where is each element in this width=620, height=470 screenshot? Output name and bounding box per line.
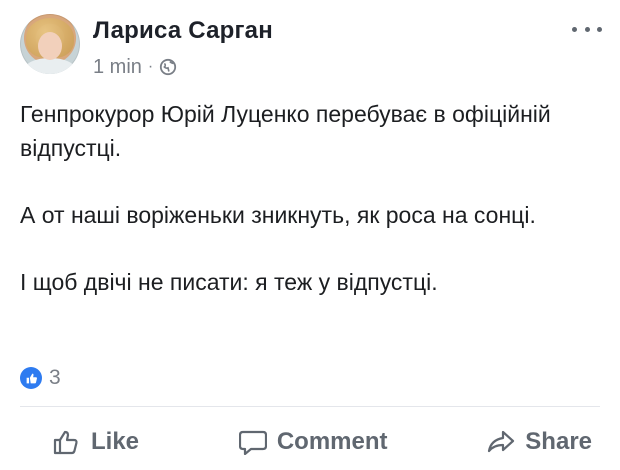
- comment-icon: [238, 430, 267, 455]
- thumbs-up-glyph: [26, 373, 37, 383]
- reaction-summary[interactable]: 3: [20, 366, 61, 390]
- facebook-post: Лариса Сарган 1 min · Генпрокурор Юрій Л…: [0, 0, 620, 470]
- thumbs-up-icon: [53, 430, 78, 455]
- like-reaction-icon: [20, 367, 42, 389]
- reaction-count: 3: [49, 366, 61, 389]
- post-text: Генпрокурор Юрій Луценко перебуває в офі…: [20, 97, 595, 332]
- post-time[interactable]: 1 min: [93, 56, 142, 79]
- ellipsis-dot: [584, 26, 590, 32]
- ellipsis-dot: [597, 26, 602, 32]
- ellipsis-icon[interactable]: [572, 20, 602, 38]
- like-label: Like: [91, 428, 140, 455]
- comment-button[interactable]: Comment: [238, 428, 388, 456]
- globe-icon[interactable]: [159, 58, 177, 76]
- avatar-face: [38, 32, 62, 60]
- avatar[interactable]: [20, 14, 80, 74]
- post-paragraph: І щоб двічі не писати: я теж у відпустці…: [20, 269, 438, 295]
- avatar-shoulders: [24, 58, 76, 74]
- share-label: Share: [525, 428, 592, 455]
- action-bar: Like Comment Share: [0, 420, 620, 464]
- post-paragraph: А от наші воріженьки зникнуть, як роса н…: [20, 202, 536, 228]
- share-icon: [488, 430, 515, 453]
- meta-separator: ·: [147, 58, 154, 75]
- post-paragraph: Генпрокурор Юрій Луценко перебуває в офі…: [20, 101, 551, 161]
- author-name[interactable]: Лариса Сарган: [93, 17, 273, 45]
- comment-label: Comment: [276, 428, 388, 455]
- share-button[interactable]: Share: [487, 428, 592, 456]
- ellipsis-dot: [572, 26, 577, 32]
- like-button[interactable]: Like: [53, 428, 139, 456]
- post-meta: 1 min ·: [93, 55, 177, 79]
- actions-divider: [20, 406, 600, 407]
